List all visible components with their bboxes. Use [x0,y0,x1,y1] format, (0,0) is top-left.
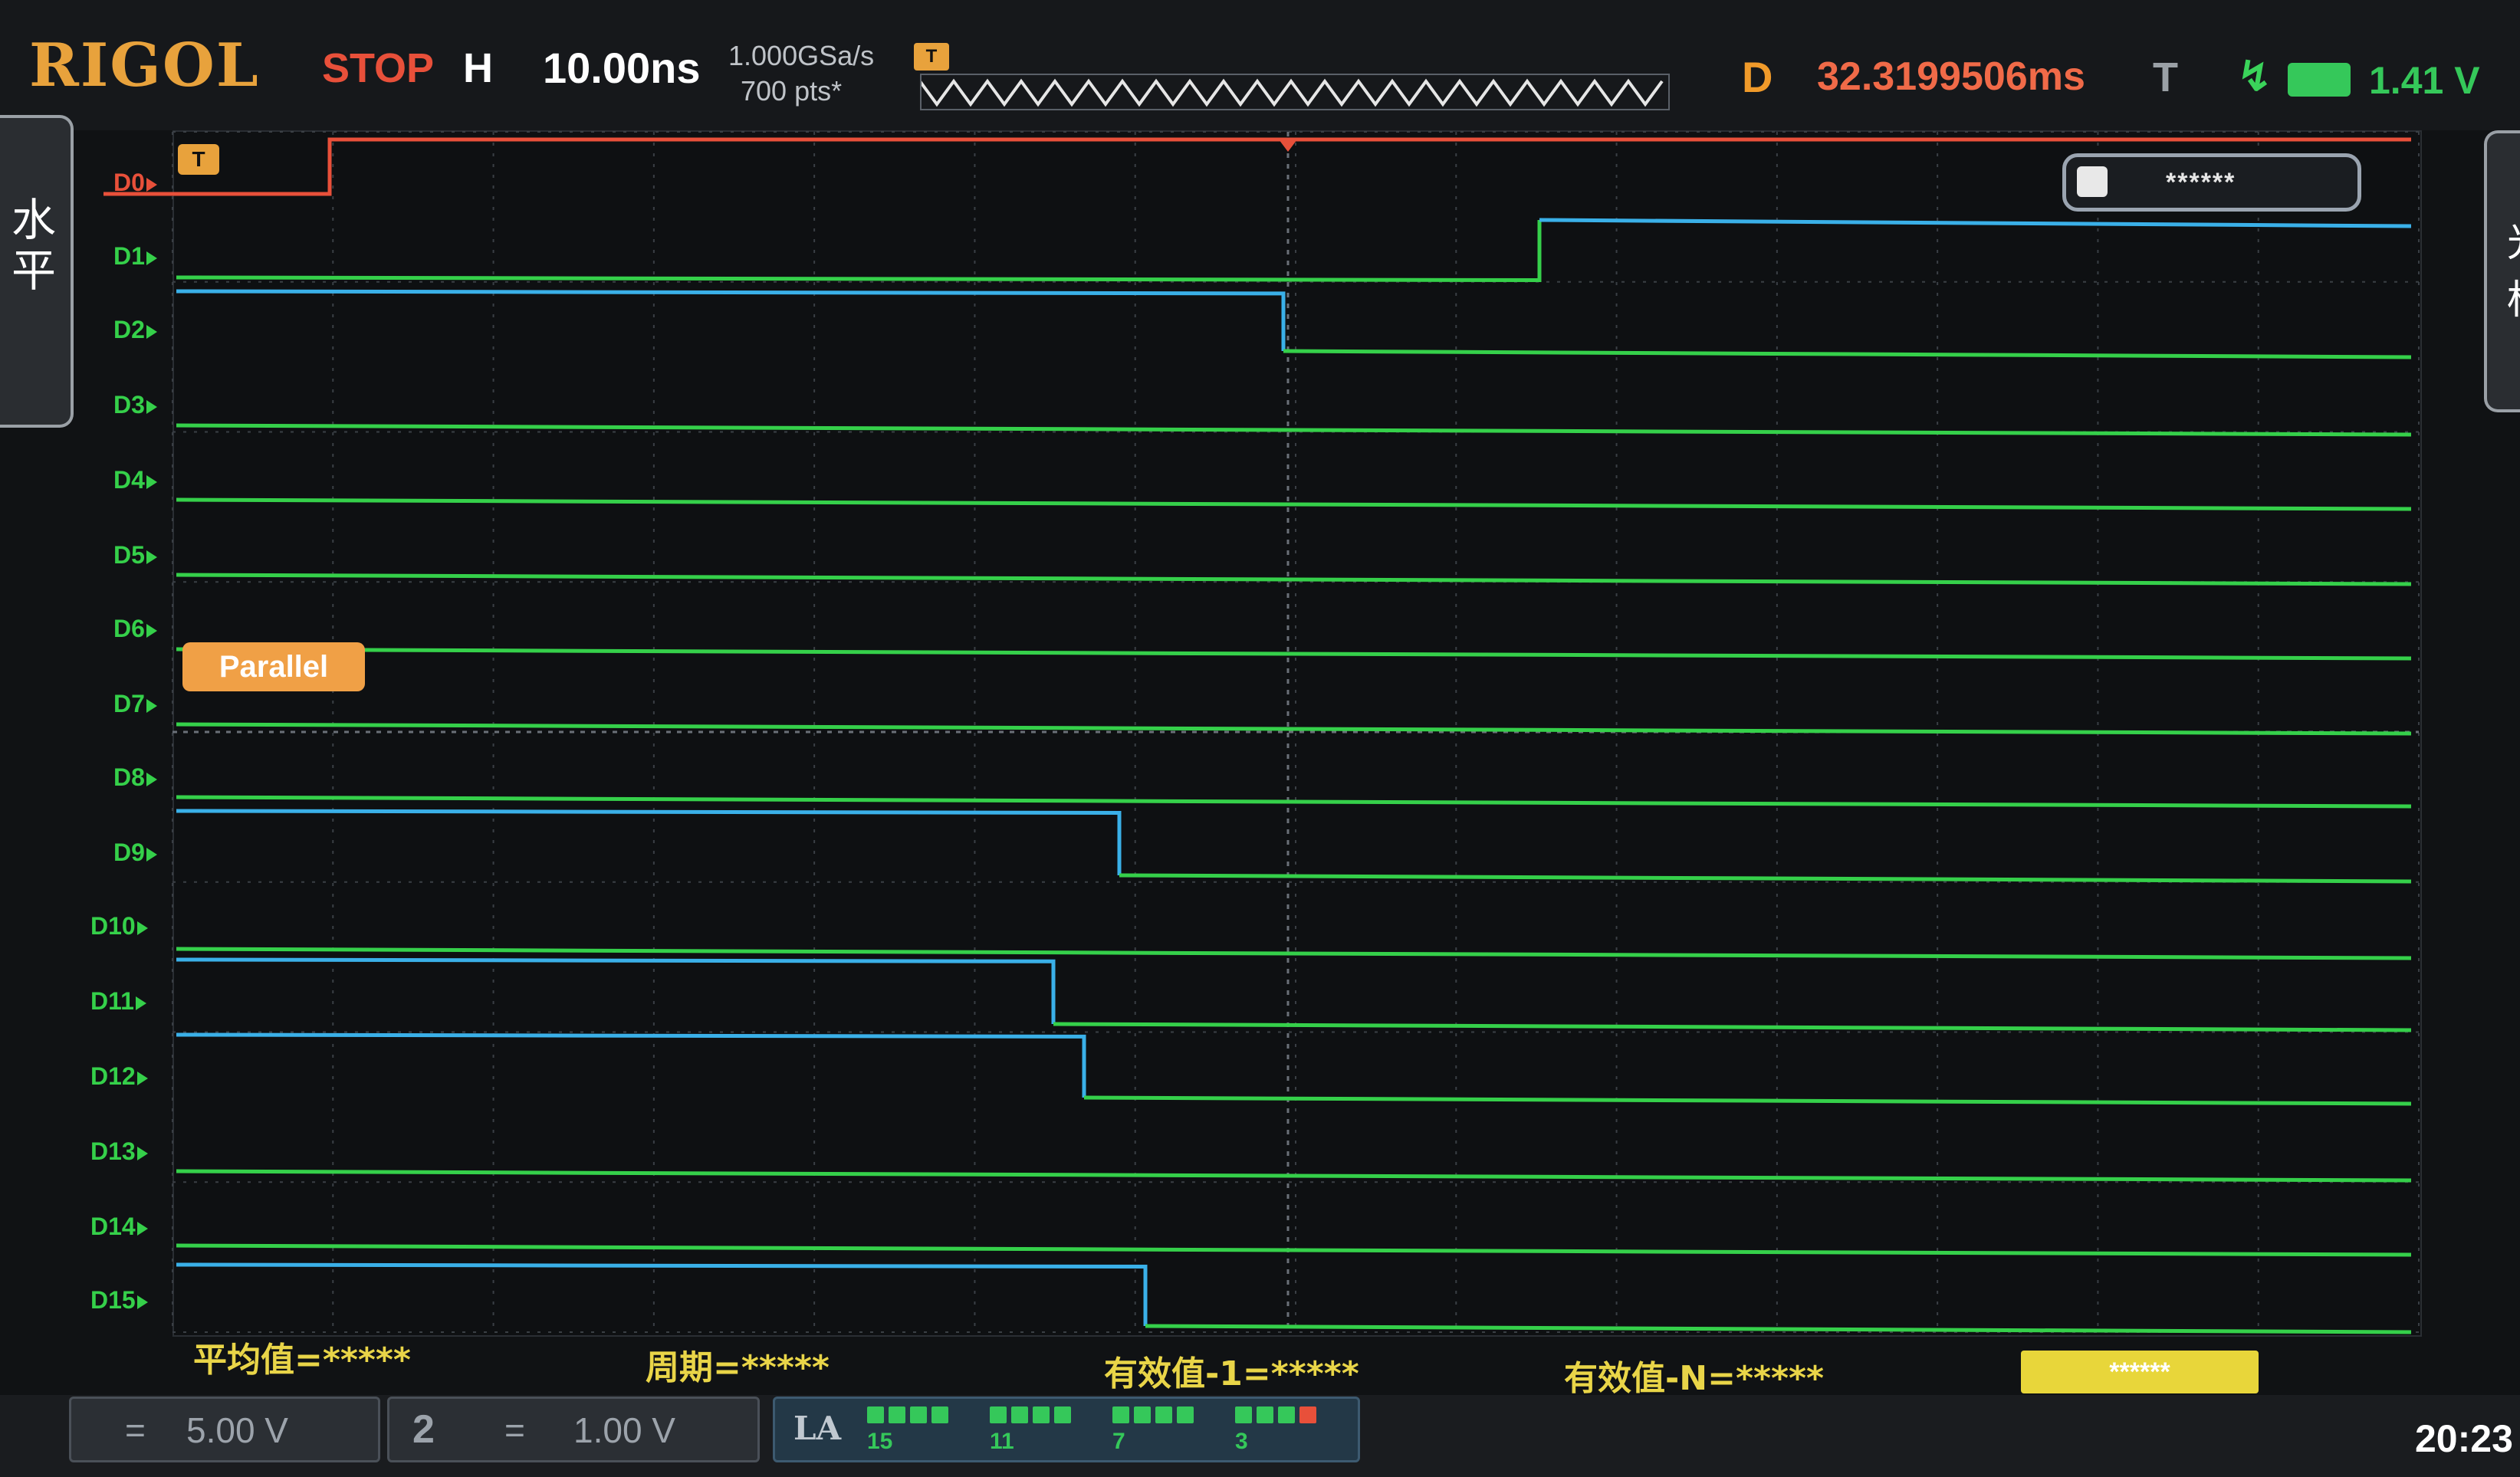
trace-segment [176,947,2412,960]
channel-label-d11[interactable]: D11 [90,987,146,1016]
la-group-11: 11 [990,1406,1076,1455]
channel-label-d5[interactable]: D5 [113,541,157,569]
trigger-marker-icon[interactable]: T [178,144,219,175]
trace-segment [1119,873,2412,884]
measurement-badge[interactable]: ****** [2021,1351,2259,1393]
system-clock: 20:23 [2415,1417,2513,1460]
la-label: LA [793,1410,842,1447]
channel-label-d13[interactable]: D13 [90,1137,148,1166]
ch2-scale: 1.00 V [573,1410,675,1450]
trace-segment [176,289,1286,351]
ch1-coupling: = [125,1410,146,1450]
channel-label-d3[interactable]: D3 [113,391,157,419]
trace-segment [176,423,2412,437]
channel-label-d6[interactable]: D6 [113,615,157,643]
la-group-15: 15 [867,1406,953,1455]
channel-2-box[interactable]: 2 = 1.00 V [387,1397,760,1462]
status-indicator: ****** [2062,153,2361,212]
trace-segment [1083,1095,2412,1106]
trace-segment [1283,349,2412,359]
logic-analyzer-box[interactable]: LA 15 11 7 3 [773,1397,1360,1462]
la-group-7: 7 [1112,1406,1198,1455]
trace-segment [176,573,2412,586]
channel-label-d8[interactable]: D8 [113,763,157,792]
parallel-bus-label[interactable]: Parallel [182,642,365,691]
measurement-rms-n[interactable]: 有效值-N=***** [1564,1351,1824,1400]
ch2-number: 2 [412,1407,435,1452]
trace-segment [176,497,2412,511]
measurement-rms-1[interactable]: 有效值-1=***** [1104,1346,1359,1395]
trace-segment [176,722,2412,736]
trace-segment [176,809,1122,875]
trace-segment [176,1169,2412,1183]
trace-segment [176,647,2412,661]
ch2-coupling: = [504,1410,525,1450]
trace-segment [176,1032,1086,1098]
channel-label-d9[interactable]: D9 [113,839,157,867]
trace-segment [176,1262,1148,1326]
channel-label-d10[interactable]: D10 [90,912,148,940]
channel-label-d0[interactable]: D0 [113,169,157,197]
trace-segment [176,957,1056,1024]
trace-segment [176,1243,2412,1257]
trigger-position-arrow-icon [1279,139,1297,152]
trace-segment [1539,218,2412,228]
waveform-traces [103,131,2420,1334]
trace-segment [1145,1324,2412,1334]
channel-label-d15[interactable]: D15 [90,1286,148,1315]
channel-1-box[interactable]: = 5.00 V [69,1397,380,1462]
channel-label-d1[interactable]: D1 [113,242,157,271]
channel-label-d14[interactable]: D14 [90,1213,148,1241]
measurement-period[interactable]: 周期=***** [646,1340,830,1389]
trace-segment [176,795,2412,809]
channel-label-d12[interactable]: D12 [90,1062,148,1091]
channel-label-d7[interactable]: D7 [113,690,157,718]
trace-segment [1053,1022,2412,1032]
digital-traces [103,137,2412,1334]
channel-label-d2[interactable]: D2 [113,316,157,344]
channel-label-d4[interactable]: D4 [113,466,157,494]
oscilloscope-screen: RIGOL STOP H 10.00ns 1.000GSa/s 700 pts*… [0,0,2520,1477]
measurement-average[interactable]: 平均值=***** [193,1332,411,1381]
status-text: ****** [2166,168,2236,197]
la-group-3: 3 [1235,1406,1321,1455]
ch1-scale: 5.00 V [186,1410,288,1450]
status-square-icon [2077,166,2108,197]
trace-segment [176,220,1542,283]
